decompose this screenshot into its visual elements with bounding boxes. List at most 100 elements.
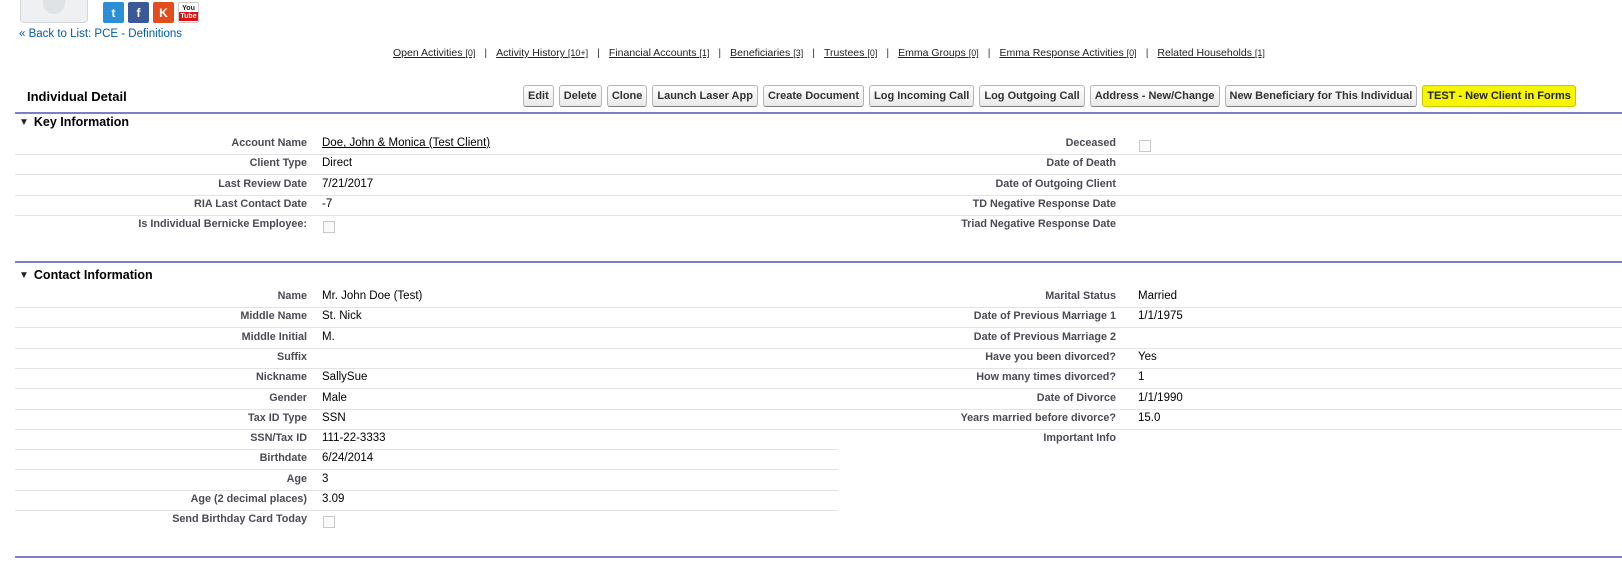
field-label: Date of Previous Marriage 2 — [973, 330, 1116, 343]
field-label: Years married before divorce? — [960, 411, 1116, 424]
field-row-middle-initial: Middle Initial M. — [15, 328, 838, 349]
related-link-label: Emma Groups — [898, 47, 966, 59]
youtube-icon-top: You — [182, 4, 195, 12]
field-row-have-you-been-divorced: Have you been divorced? Yes — [838, 348, 1622, 369]
field-value: 3 — [322, 472, 329, 485]
related-link-label: Beneficiaries — [730, 47, 791, 59]
field-value: M. — [322, 330, 335, 343]
field-value: 3.09 — [322, 493, 345, 505]
field-row-send-birthday-card-today: Send Birthday Card Today — [15, 510, 838, 530]
field-value: 1 — [1138, 371, 1145, 384]
related-link-count: [0] — [867, 48, 878, 58]
section-title: Key Information — [33, 115, 130, 129]
related-link-count: [0] — [465, 48, 476, 58]
field-value: SallySue — [322, 371, 368, 384]
page: t f K You Tube « Back to List: PCE - Def… — [0, 0, 1622, 565]
field-row-age-2-decimal-places: Age (2 decimal places) 3.09 — [15, 490, 838, 511]
key-information-header[interactable]: ▼ Key Information — [15, 111, 1622, 133]
address-new-change-button[interactable]: Address - New/Change — [1089, 85, 1220, 107]
field-label: Age — [286, 472, 307, 485]
collapse-triangle-icon[interactable]: ▼ — [19, 117, 29, 128]
field-label: Date of Divorce — [1036, 391, 1116, 404]
twitter-icon[interactable]: t — [103, 2, 124, 23]
test-new-client-in-forms-button[interactable]: TEST - New Client in Forms — [1422, 85, 1576, 107]
field-value: Doe, John & Monica (Test Client) — [322, 137, 490, 149]
field-value: 1/1/1990 — [1138, 391, 1183, 404]
related-link-label: Financial Accounts — [608, 47, 697, 59]
contact-information-section: ▼ Contact Information Name Mr. John Doe (… — [15, 264, 1622, 546]
field-row-birthdate: Birthdate 6/24/2014 — [15, 449, 838, 471]
klout-icon[interactable]: K — [153, 2, 174, 23]
youtube-icon-bottom: Tube — [179, 11, 198, 21]
log-incoming-call-button[interactable]: Log Incoming Call — [869, 85, 975, 107]
collapse-triangle-icon[interactable]: ▼ — [19, 270, 29, 281]
field-label: Client Type — [249, 157, 307, 170]
field-label: Middle Name — [240, 310, 307, 323]
delete-button[interactable]: Delete — [558, 85, 602, 107]
field-label: Is Individual Bernicke Employee: — [138, 218, 307, 231]
field-value: Married — [1138, 290, 1177, 302]
related-link-label: Open Activities — [393, 47, 463, 59]
related-link-emma-response-activities[interactable]: Emma Response Activities [0] — [999, 47, 1136, 59]
related-link-related-households[interactable]: Related Households [1] — [1157, 47, 1265, 59]
related-link-open-activities[interactable]: Open Activities [0] — [393, 47, 475, 59]
field-label: Nickname — [255, 371, 307, 384]
field-label: Triad Negative Response Date — [961, 218, 1116, 231]
related-link-count: [1] — [699, 48, 710, 58]
field-row-ssn-tax-id: SSN/Tax ID 111-22-3333 — [15, 429, 838, 451]
related-link-count: [0] — [968, 48, 979, 58]
contact-information-header[interactable]: ▼ Contact Information — [15, 264, 1622, 286]
field-row-nickname: Nickname SallySue — [15, 368, 838, 390]
related-link-label: Emma Response Activities — [999, 47, 1124, 59]
related-link-financial-accounts[interactable]: Financial Accounts [1] — [609, 47, 710, 59]
log-outgoing-call-button[interactable]: Log Outgoing Call — [979, 85, 1085, 107]
field-label: RIA Last Contact Date — [194, 197, 307, 210]
field-label: Marital Status — [1045, 290, 1116, 302]
field-label: Deceased — [1065, 137, 1116, 149]
field-label: TD Negative Response Date — [972, 197, 1116, 210]
youtube-icon[interactable]: You Tube — [178, 2, 199, 23]
field-row-gender: Gender Male — [15, 389, 838, 410]
related-separator: | — [718, 47, 722, 59]
field-label: How many times divorced? — [976, 371, 1116, 384]
related-link-count: [0] — [1126, 48, 1137, 58]
detail-buttons: Edit Delete Clone Launch Laser App Create Do… — [523, 85, 1576, 107]
related-link-emma-groups[interactable]: Emma Groups [0] — [898, 47, 979, 59]
field-label: Account Name — [231, 137, 307, 149]
related-link-beneficiaries[interactable]: Beneficiaries [3] — [730, 47, 803, 59]
related-separator: | — [1145, 47, 1149, 59]
field-label: Last Review Date — [218, 177, 307, 190]
field-row-name: Name Mr. John Doe (Test) — [15, 287, 838, 308]
field-label: Gender — [269, 391, 307, 404]
section-divider — [15, 261, 1622, 263]
field-value: 6/24/2014 — [322, 452, 374, 465]
create-document-button[interactable]: Create Document — [762, 85, 865, 107]
facebook-icon[interactable]: f — [128, 2, 149, 23]
related-separator: | — [597, 47, 600, 59]
field-label: Birthdate — [259, 452, 307, 465]
field-row-last-review-date: Last Review Date 7/21/2017 — [15, 175, 838, 196]
field-label: Date of Outgoing Client — [995, 177, 1116, 190]
back-to-list-link[interactable]: « Back to List: PCE - Definitions — [19, 28, 182, 40]
field-row-deceased: Deceased — [838, 134, 1622, 155]
account-name-link[interactable]: Doe, John & Monica (Test Client) — [322, 137, 490, 149]
field-row-how-many-times-divorced: How many times divorced? 1 — [838, 368, 1622, 390]
field-label: Tax ID Type — [248, 411, 307, 424]
field-row-important-info: Important Info — [838, 429, 1622, 449]
related-link-activity-history[interactable]: Activity History [10+] — [496, 47, 588, 59]
launch-laser-app-button[interactable]: Launch Laser App — [652, 85, 758, 107]
field-value: -7 — [322, 197, 333, 210]
edit-button[interactable]: Edit — [523, 85, 554, 107]
field-row-date-of-previous-marriage-2: Date of Previous Marriage 2 — [838, 328, 1622, 349]
avatar — [20, 0, 88, 23]
field-value: SSN — [322, 411, 346, 424]
related-link-trustees[interactable]: Trustees [0] — [824, 47, 877, 59]
new-beneficiary-for-this-individual-button[interactable]: New Beneficiary for This Individual — [1224, 85, 1418, 107]
related-separator: | — [987, 47, 991, 59]
field-value: St. Nick — [322, 310, 362, 323]
related-separator: | — [886, 47, 890, 59]
field-label: Send Birthday Card Today — [172, 513, 307, 526]
field-row-account-name: Account Name Doe, John & Monica (Test Cli… — [15, 134, 838, 155]
field-row-is-individual-bernicke-employee: Is Individual Bernicke Employee: — [15, 215, 838, 235]
clone-button[interactable]: Clone — [606, 85, 648, 107]
